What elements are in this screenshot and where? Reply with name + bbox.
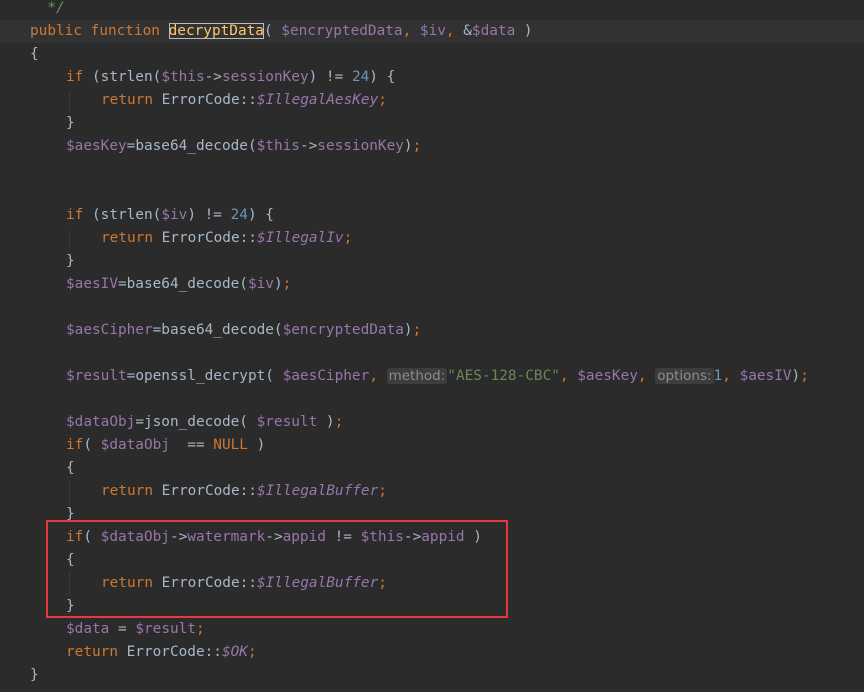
code-line[interactable]: $data = $result; [66,618,205,641]
indent-guide [69,230,70,248]
code-line[interactable]: */ [30,0,64,20]
code-editor[interactable]: */public function decryptData( $encrypte… [0,0,864,692]
parameter-hint: method: [386,368,448,384]
code-line[interactable]: return ErrorCode::$IllegalBuffer; [101,480,387,503]
code-line[interactable]: return ErrorCode::$IllegalAesKey; [101,89,387,112]
indent-guide [69,480,70,504]
code-line[interactable]: if (strlen($iv) != 24) { [66,204,274,227]
code-line[interactable]: } [30,664,39,687]
code-line[interactable]: $aesKey=base64_decode($this->sessionKey)… [66,135,421,158]
parameter-hint: options: [655,368,714,384]
code-line[interactable]: $aesCipher=base64_decode($encryptedData)… [66,319,421,342]
code-line[interactable]: } [66,250,75,273]
indent-guide [69,92,70,110]
code-line[interactable]: return ErrorCode::$IllegalIv; [101,227,352,250]
cursor-identifier[interactable]: decryptData [168,23,264,39]
code-line[interactable]: } [66,112,75,135]
code-line[interactable]: public function decryptData( $encryptedD… [30,20,533,43]
code-line[interactable]: if (strlen($this->sessionKey) != 24) { [66,66,395,89]
highlight-annotation-box [46,520,508,618]
code-line[interactable]: if( $dataObj == NULL ) [66,434,265,457]
code-line[interactable]: $dataObj=json_decode( $result ); [66,411,343,434]
code-line[interactable]: $aesIV=base64_decode($iv); [66,273,291,296]
code-line[interactable]: return ErrorCode::$OK; [66,641,257,664]
code-line[interactable]: { [66,457,75,480]
code-line[interactable]: { [30,43,39,66]
code-line[interactable]: $result=openssl_decrypt( $aesCipher, met… [66,365,809,388]
